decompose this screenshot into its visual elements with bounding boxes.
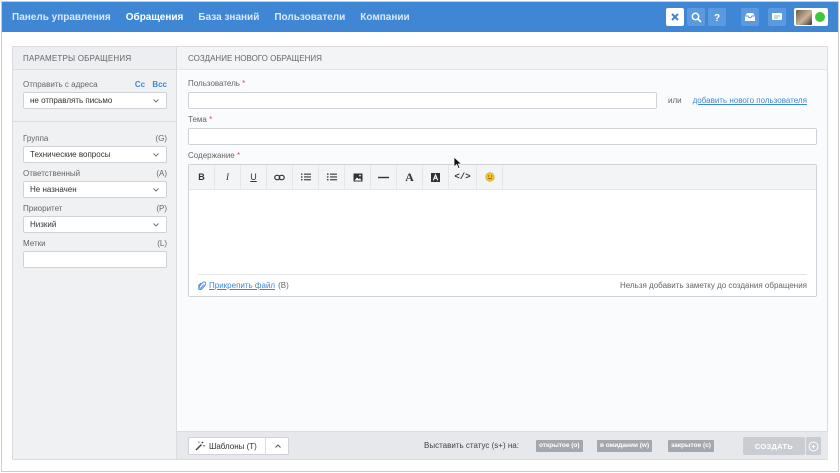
magic-wand-icon xyxy=(195,441,205,451)
topbar-actions: ? xyxy=(663,8,828,26)
ticket-params-panel: ПАРАМЕТРЫ ОБРАЩЕНИЯ Отправить с адреса C… xyxy=(12,46,177,460)
chevron-down-icon xyxy=(153,152,159,157)
attach-file-link[interactable]: Прикрепить файл xyxy=(209,281,275,290)
image-icon[interactable] xyxy=(345,165,371,189)
group-value: Технические вопросы xyxy=(30,150,111,159)
chevron-down-icon xyxy=(153,222,159,227)
font-color-icon[interactable]: A xyxy=(397,165,423,189)
close-icon[interactable] xyxy=(666,8,684,26)
tags-label: Метки xyxy=(23,238,46,248)
subject-input[interactable] xyxy=(188,128,817,145)
chevron-down-icon xyxy=(153,98,159,103)
status-open-button[interactable]: открытое (o) xyxy=(536,440,583,452)
send-from-label: Отправить с адреса xyxy=(23,79,98,89)
group-hotkey: (G) xyxy=(155,133,167,143)
cc-link[interactable]: Cc xyxy=(135,80,145,89)
svg-text:?: ? xyxy=(714,13,720,23)
priority-value: Низкий xyxy=(30,220,57,229)
add-user-link[interactable]: добавить нового пользователя xyxy=(693,96,807,105)
assignee-hotkey: (A) xyxy=(156,168,167,178)
templates-label: Шаблоны (T) xyxy=(209,441,257,451)
user-label: Пользователь xyxy=(188,79,240,88)
paperclip-icon xyxy=(198,280,206,290)
italic-icon[interactable]: I xyxy=(215,165,241,189)
content-editor[interactable]: B I U A </> Прикрепить файл (B) Нельзя д… xyxy=(188,164,817,297)
content-label: Содержание xyxy=(188,151,235,160)
avatar xyxy=(796,9,812,25)
user-menu[interactable] xyxy=(794,8,828,26)
group-select[interactable]: Технические вопросы xyxy=(23,146,167,163)
assignee-label: Ответственный xyxy=(23,168,81,178)
nav-users[interactable]: Пользователи xyxy=(274,12,345,23)
divider xyxy=(13,121,176,122)
online-status-dot xyxy=(815,12,825,22)
nav-tickets[interactable]: Обращения xyxy=(126,12,184,23)
link-icon[interactable] xyxy=(267,165,293,189)
user-input[interactable] xyxy=(188,92,657,109)
create-title: СОЗДАНИЕ НОВОГО ОБРАЩЕНИЯ xyxy=(177,47,827,70)
create-options-button[interactable] xyxy=(805,437,821,455)
nav-knowledge-base[interactable]: База знаний xyxy=(198,12,259,23)
status-closed-button[interactable]: закрытое (c) xyxy=(668,440,714,452)
horizontal-rule-icon[interactable] xyxy=(371,165,397,189)
priority-label: Приоритет xyxy=(23,203,63,213)
send-from-value: не отправлять письмо xyxy=(30,96,113,105)
chevron-up-icon xyxy=(275,444,281,448)
create-ticket-panel: СОЗДАНИЕ НОВОГО ОБРАЩЕНИЯ Пользователь *… xyxy=(177,46,828,460)
editor-toolbar: B I U A </> xyxy=(189,165,816,190)
bullet-list-icon[interactable] xyxy=(319,165,345,189)
mouse-cursor-icon xyxy=(453,156,463,170)
app-window: Панель управления Обращения База знаний … xyxy=(1,1,839,472)
chat-icon[interactable] xyxy=(768,8,786,26)
bold-icon[interactable]: B xyxy=(189,165,215,189)
templates-button[interactable]: Шаблоны (T) xyxy=(188,437,289,455)
inbox-icon[interactable] xyxy=(741,8,759,26)
tags-input[interactable] xyxy=(23,251,167,268)
subject-label: Тема xyxy=(188,115,207,124)
params-title: ПАРАМЕТРЫ ОБРАЩЕНИЯ xyxy=(13,47,176,70)
required-mark: * xyxy=(237,151,241,160)
required-mark: * xyxy=(209,115,213,124)
main-nav: Панель управления Обращения База знаний … xyxy=(12,2,425,32)
required-mark: * xyxy=(242,79,246,88)
or-text: или xyxy=(668,96,682,105)
create-options-icon xyxy=(808,441,819,451)
status-pending-button[interactable]: в ожидании (w) xyxy=(597,440,653,452)
ordered-list-icon[interactable] xyxy=(293,165,319,189)
nav-companies[interactable]: Компании xyxy=(360,12,409,23)
attach-hotkey: (B) xyxy=(278,281,289,290)
note-disabled-text: Нельзя добавить заметку до создания обра… xyxy=(620,281,807,290)
bcc-link[interactable]: Bcc xyxy=(152,80,167,89)
top-navigation-bar: Панель управления Обращения База знаний … xyxy=(2,2,838,32)
background-color-icon[interactable] xyxy=(423,165,449,189)
priority-hotkey: (P) xyxy=(156,203,167,213)
assignee-select[interactable]: Не назначен xyxy=(23,181,167,198)
nav-dashboard[interactable]: Панель управления xyxy=(12,12,111,23)
priority-select[interactable]: Низкий xyxy=(23,216,167,233)
search-icon[interactable] xyxy=(687,8,705,26)
chevron-down-icon xyxy=(153,187,159,192)
set-status-label: Выставить статус (s+) на: xyxy=(424,441,519,450)
help-icon[interactable]: ? xyxy=(708,8,726,26)
group-label: Группа xyxy=(23,133,49,143)
underline-icon[interactable]: U xyxy=(241,165,267,189)
emoji-icon[interactable] xyxy=(477,165,503,189)
tags-hotkey: (L) xyxy=(157,238,167,248)
bottom-action-bar: Шаблоны (T) Выставить статус (s+) на: от… xyxy=(177,431,828,459)
create-button[interactable]: СОЗДАТЬ xyxy=(743,437,805,455)
send-from-select[interactable]: не отправлять письмо xyxy=(23,92,167,109)
assignee-value: Не назначен xyxy=(30,185,77,194)
